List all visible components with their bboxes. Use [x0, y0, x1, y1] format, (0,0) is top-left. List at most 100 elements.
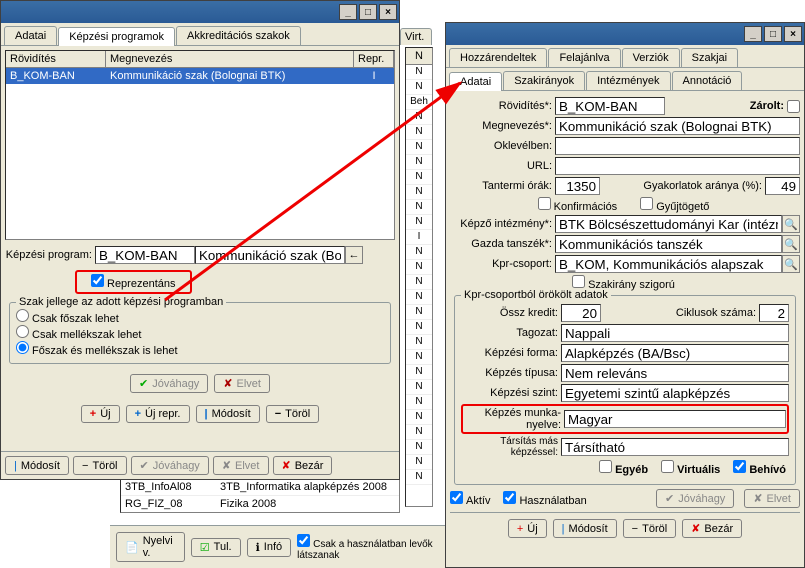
uj2-button[interactable]: +Új: [508, 519, 547, 538]
modosit2-button[interactable]: |Módosít: [5, 456, 69, 475]
bottom-row-2[interactable]: RG_FIZ_08 Fizika 2008: [121, 496, 399, 512]
reprezentans-checkbox[interactable]: Reprezentáns: [91, 278, 176, 290]
n-cell[interactable]: N: [406, 80, 432, 95]
kpr-input[interactable]: [555, 255, 782, 273]
tipus-input[interactable]: [561, 364, 789, 382]
n-cell[interactable]: I: [406, 230, 432, 245]
tab-akkreditacios[interactable]: Akkreditációs szakok: [176, 26, 301, 45]
n-cell[interactable]: N: [406, 470, 432, 485]
n-cell[interactable]: N: [406, 455, 432, 470]
tab-annotacio[interactable]: Annotáció: [672, 71, 743, 90]
kepzesi-code-input[interactable]: [95, 246, 195, 264]
tab-verziok[interactable]: Verziók: [622, 48, 680, 67]
tab-felajanlva[interactable]: Felajánlva: [548, 48, 620, 67]
back-arrow-button[interactable]: ←: [345, 246, 363, 264]
n-cell[interactable]: N: [406, 320, 432, 335]
megnevezes-input[interactable]: [555, 117, 800, 135]
torol2-button[interactable]: −Töröl: [73, 456, 127, 475]
n-cell[interactable]: N: [406, 65, 432, 80]
elvet-button[interactable]: ✘Elvet: [214, 374, 270, 393]
minimize-button[interactable]: _: [339, 4, 357, 20]
ossz-input[interactable]: [561, 304, 601, 322]
close-button[interactable]: ×: [379, 4, 397, 20]
jovahagy-button[interactable]: ✔Jóváhagy: [130, 374, 208, 393]
n-cell[interactable]: N: [406, 110, 432, 125]
tarsit-input[interactable]: [561, 438, 789, 456]
tab-szakiranyok[interactable]: Szakirányok: [503, 71, 585, 90]
oklevelben-input[interactable]: [555, 137, 800, 155]
n-cell[interactable]: N: [406, 410, 432, 425]
tul-button[interactable]: ☑Tul.: [191, 538, 241, 557]
col-rovidites[interactable]: Rövidítés: [6, 51, 106, 67]
modosit-button[interactable]: |Módosít: [196, 405, 260, 423]
nyelv-input[interactable]: [564, 410, 786, 428]
cikl-input[interactable]: [759, 304, 789, 322]
n-cell[interactable]: N: [406, 275, 432, 290]
behivo-checkbox[interactable]: Behívó: [733, 460, 789, 476]
kepzesi-name-input[interactable]: [195, 246, 345, 264]
elvet2-button[interactable]: ✘Elvet: [213, 456, 269, 475]
n-cell[interactable]: N: [406, 140, 432, 155]
tab-hozzarendeltek[interactable]: Hozzárendeltek: [449, 48, 547, 67]
torol3-button[interactable]: −Töröl: [623, 519, 677, 538]
forma-input[interactable]: [561, 344, 789, 362]
lookup3-icon[interactable]: 🔍: [782, 255, 800, 273]
bottom-row-1[interactable]: 3TB_InfoAl08 3TB_Informatika alapképzés …: [121, 479, 399, 496]
gyak-input[interactable]: [765, 177, 800, 195]
col-repr[interactable]: Repr.: [354, 51, 394, 67]
grid-row-selected[interactable]: B_KOM-BAN Kommunikáció szak (Bolognai BT…: [6, 68, 394, 84]
tab-szakjai[interactable]: Szakjai: [681, 48, 738, 67]
n-col-head[interactable]: N: [406, 48, 432, 65]
n-cell[interactable]: N: [406, 440, 432, 455]
info-button[interactable]: ℹInfó: [247, 538, 292, 557]
konf-checkbox[interactable]: Konfirmációs: [538, 197, 621, 213]
close2-button[interactable]: ×: [784, 26, 802, 42]
tab-adatai2[interactable]: Adatai: [449, 72, 502, 91]
egyeb-checkbox[interactable]: Egyéb: [599, 460, 651, 476]
uj-repr-button[interactable]: +Új repr.: [126, 405, 190, 423]
gyujt-checkbox[interactable]: Gyűjtögető: [640, 197, 712, 213]
kepzo-input[interactable]: [555, 215, 782, 233]
lookup2-icon[interactable]: 🔍: [782, 235, 800, 253]
jovahagy2-button[interactable]: ✔Jóváhagy: [131, 456, 209, 475]
aktiv-checkbox[interactable]: Aktív: [450, 491, 493, 507]
n-cell[interactable]: N: [406, 395, 432, 410]
tab-intezmenyek[interactable]: Intézmények: [586, 71, 670, 90]
radio-foszak[interactable]: Csak főszak lehet: [16, 309, 384, 325]
gazda-input[interactable]: [555, 235, 782, 253]
lookup-icon[interactable]: 🔍: [782, 215, 800, 233]
tab-adatai[interactable]: Adatai: [4, 26, 57, 45]
tagozat-input[interactable]: [561, 324, 789, 342]
torol-button[interactable]: −Töröl: [266, 405, 320, 423]
nyelvi-button[interactable]: 📄Nyelvi v.: [116, 532, 185, 562]
uj-button[interactable]: +Új: [81, 405, 120, 423]
n-cell[interactable]: N: [406, 335, 432, 350]
jovahagy3-button[interactable]: ✔Jóváhagy: [656, 489, 734, 508]
n-cell[interactable]: N: [406, 425, 432, 440]
radio-foszak-mellekszak[interactable]: Főszak és mellékszak is lehet: [16, 341, 384, 357]
n-cell[interactable]: N: [406, 215, 432, 230]
n-cell[interactable]: N: [406, 200, 432, 215]
radio-mellekszak[interactable]: Csak mellékszak lehet: [16, 325, 384, 341]
n-cell[interactable]: N: [406, 380, 432, 395]
min2-button[interactable]: _: [744, 26, 762, 42]
tantermi-input[interactable]: [555, 177, 600, 195]
n-cell[interactable]: N: [406, 125, 432, 140]
rovidites-input[interactable]: [555, 97, 665, 115]
n-cell[interactable]: N: [406, 185, 432, 200]
max2-button[interactable]: □: [764, 26, 782, 42]
n-cell[interactable]: Beh: [406, 95, 432, 110]
n-cell[interactable]: N: [406, 350, 432, 365]
maximize-button[interactable]: □: [359, 4, 377, 20]
n-cell[interactable]: N: [406, 155, 432, 170]
tab-virt[interactable]: Virt.: [400, 28, 432, 45]
elvet3-button[interactable]: ✘Elvet: [744, 489, 800, 508]
n-cell[interactable]: N: [406, 170, 432, 185]
haszn-checkbox[interactable]: Használatban: [503, 491, 589, 507]
n-cell[interactable]: N: [406, 290, 432, 305]
n-cell[interactable]: N: [406, 305, 432, 320]
bezar-button[interactable]: ✘Bezár: [273, 456, 333, 475]
n-cell[interactable]: N: [406, 260, 432, 275]
n-cell[interactable]: N: [406, 365, 432, 380]
modosit3-button[interactable]: |Módosít: [553, 519, 617, 538]
